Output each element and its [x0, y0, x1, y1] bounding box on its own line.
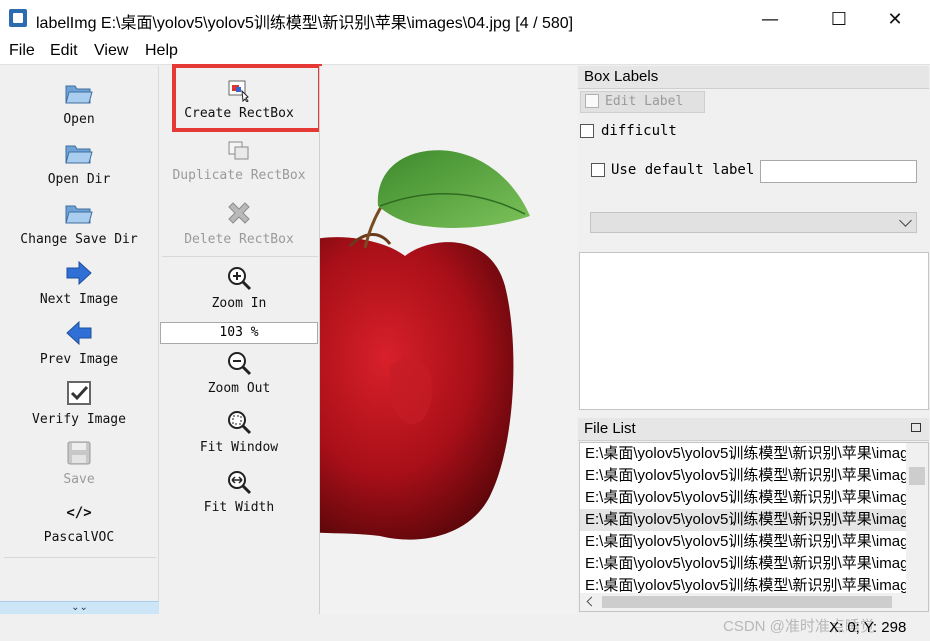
menu-bar: File Edit View Help — [0, 38, 930, 65]
list-item[interactable]: E:\桌面\yolov5\yolov5训练模型\新识别\苹果\images\03… — [580, 487, 906, 509]
zoom-value-field[interactable]: 103 % — [160, 322, 318, 344]
vertical-scrollbar[interactable] — [906, 443, 928, 593]
arrow-right-icon — [64, 258, 94, 288]
zoom-out-button[interactable]: Zoom Out — [160, 349, 318, 396]
use-default-label-checkbox[interactable] — [591, 163, 605, 177]
menu-help[interactable]: Help — [145, 42, 178, 60]
title-bar: labelImg E:\桌面\yolov5\yolov5训练模型\新识别\苹果\… — [0, 0, 930, 38]
zoom-in-button[interactable]: Zoom In — [160, 264, 318, 311]
verify-image-label: Verify Image — [32, 412, 126, 427]
list-item[interactable]: E:\桌面\yolov5\yolov5训练模型\新识别\苹果\images\05… — [580, 531, 906, 553]
left-toolbar: Open Open Dir Change Save Dir Next Image… — [0, 66, 159, 616]
verify-image-button[interactable]: Verify Image — [0, 378, 158, 427]
fit-window-button[interactable]: Fit Window — [160, 408, 318, 455]
difficult-checkbox[interactable] — [580, 124, 594, 138]
fit-width-label: Fit Width — [203, 500, 275, 515]
duplicate-rectbox-label: Duplicate RectBox — [172, 168, 306, 183]
h-scroll-thumb[interactable] — [602, 596, 892, 608]
folder-open-icon — [64, 138, 94, 168]
file-list-header: File List — [578, 418, 929, 441]
close-icon: ✕ — [887, 8, 903, 30]
fit-window-icon — [224, 408, 254, 436]
difficult-label: difficult — [601, 123, 677, 139]
next-image-label: Next Image — [39, 292, 119, 307]
code-icon: </> — [66, 505, 92, 521]
open-dir-button[interactable]: Open Dir — [0, 138, 158, 187]
delete-icon — [224, 198, 254, 228]
edit-icon — [585, 94, 599, 108]
chevron-down-icon — [899, 214, 912, 227]
box-labels-header: Box Labels — [578, 66, 929, 89]
edit-label-button[interactable]: Edit Label — [580, 91, 705, 113]
save-icon — [64, 438, 94, 468]
list-item-selected[interactable]: E:\桌面\yolov5\yolov5训练模型\新识别\苹果\images\04… — [580, 509, 906, 531]
use-default-label-text: Use default label — [611, 162, 755, 178]
undock-icon[interactable] — [911, 423, 921, 432]
default-label-input[interactable] — [760, 160, 917, 183]
highlight-box — [172, 64, 322, 132]
duplicate-rectbox-button[interactable]: Duplicate RectBox — [160, 138, 318, 183]
zoom-out-label: Zoom Out — [207, 381, 271, 396]
next-image-button[interactable]: Next Image — [0, 258, 158, 307]
maximize-icon: ☐ — [830, 8, 848, 30]
box-labels-panel: Box Labels Edit Label difficult Use defa… — [578, 66, 930, 412]
delete-rectbox-button[interactable]: Delete RectBox — [160, 198, 318, 247]
change-save-dir-button[interactable]: Change Save Dir — [0, 198, 158, 247]
save-label: Save — [63, 472, 95, 487]
save-button[interactable]: Save — [0, 438, 158, 487]
folder-open-icon — [64, 198, 94, 228]
zoom-in-icon — [224, 264, 254, 292]
mid-toolbar: Create RectBox Duplicate RectBox Delete … — [160, 64, 322, 614]
status-bar: CSDN @准时准点睡觉 X: 0; Y: 298 — [0, 614, 930, 641]
open-label: Open — [63, 112, 95, 127]
image-canvas[interactable] — [319, 66, 577, 614]
folder-open-icon — [64, 78, 94, 108]
delete-rectbox-label: Delete RectBox — [184, 232, 294, 247]
edit-label-text: Edit Label — [605, 94, 684, 109]
zoom-in-label: Zoom In — [211, 296, 267, 311]
menu-edit[interactable]: Edit — [50, 42, 78, 60]
fit-window-label: Fit Window — [199, 440, 279, 455]
chevron-left-icon[interactable] — [586, 596, 597, 607]
arrow-left-icon — [64, 318, 94, 348]
coordinates-readout: X: 0; Y: 298 — [829, 619, 907, 636]
fit-width-icon — [224, 468, 254, 496]
divider — [162, 256, 318, 257]
scroll-thumb[interactable] — [909, 467, 925, 485]
close-button[interactable]: ✕ — [872, 0, 918, 38]
zoom-out-icon — [224, 349, 254, 377]
horizontal-scrollbar[interactable] — [580, 593, 928, 611]
change-save-dir-label: Change Save Dir — [20, 232, 138, 247]
file-list-panel: File List E:\桌面\yolov5\yolov5训练模型\新识别\苹果… — [578, 418, 930, 614]
duplicate-icon — [224, 138, 254, 164]
chevron-down-icon: ⌄⌄ — [71, 602, 88, 613]
list-item[interactable]: E:\桌面\yolov5\yolov5训练模型\新识别\苹果\images\07… — [580, 575, 906, 593]
prev-image-button[interactable]: Prev Image — [0, 318, 158, 367]
apple-image — [320, 150, 530, 540]
box-labels-title: Box Labels — [584, 68, 659, 85]
pascalvoc-button[interactable]: </> PascalVOC — [0, 500, 158, 545]
pascalvoc-label: PascalVOC — [43, 530, 115, 545]
list-item[interactable]: E:\桌面\yolov5\yolov5训练模型\新识别\苹果\images\02… — [580, 465, 906, 487]
window-title: labelImg E:\桌面\yolov5\yolov5训练模型\新识别\苹果\… — [36, 15, 574, 32]
label-list[interactable] — [579, 252, 929, 410]
maximize-button[interactable]: ☐ — [816, 0, 862, 38]
prev-image-label: Prev Image — [39, 352, 119, 367]
list-item[interactable]: E:\桌面\yolov5\yolov5训练模型\新识别\苹果\images\06… — [580, 553, 906, 575]
file-list-title: File List — [584, 420, 636, 437]
menu-view[interactable]: View — [94, 42, 128, 60]
minimize-icon: — — [761, 8, 779, 30]
minimize-button[interactable]: — — [747, 0, 793, 38]
file-list-box: E:\桌面\yolov5\yolov5训练模型\新识别\苹果\images\01… — [579, 442, 929, 612]
open-dir-label: Open Dir — [47, 172, 111, 187]
list-item[interactable]: E:\桌面\yolov5\yolov5训练模型\新识别\苹果\images\01… — [580, 443, 906, 465]
label-dropdown[interactable] — [590, 212, 917, 233]
fit-width-button[interactable]: Fit Width — [160, 468, 318, 515]
divider — [4, 557, 156, 558]
open-button[interactable]: Open — [0, 78, 158, 127]
menu-file[interactable]: File — [9, 42, 35, 60]
file-rows: E:\桌面\yolov5\yolov5训练模型\新识别\苹果\images\01… — [580, 443, 906, 593]
app-icon — [9, 9, 27, 27]
checkbox-icon — [64, 378, 94, 408]
